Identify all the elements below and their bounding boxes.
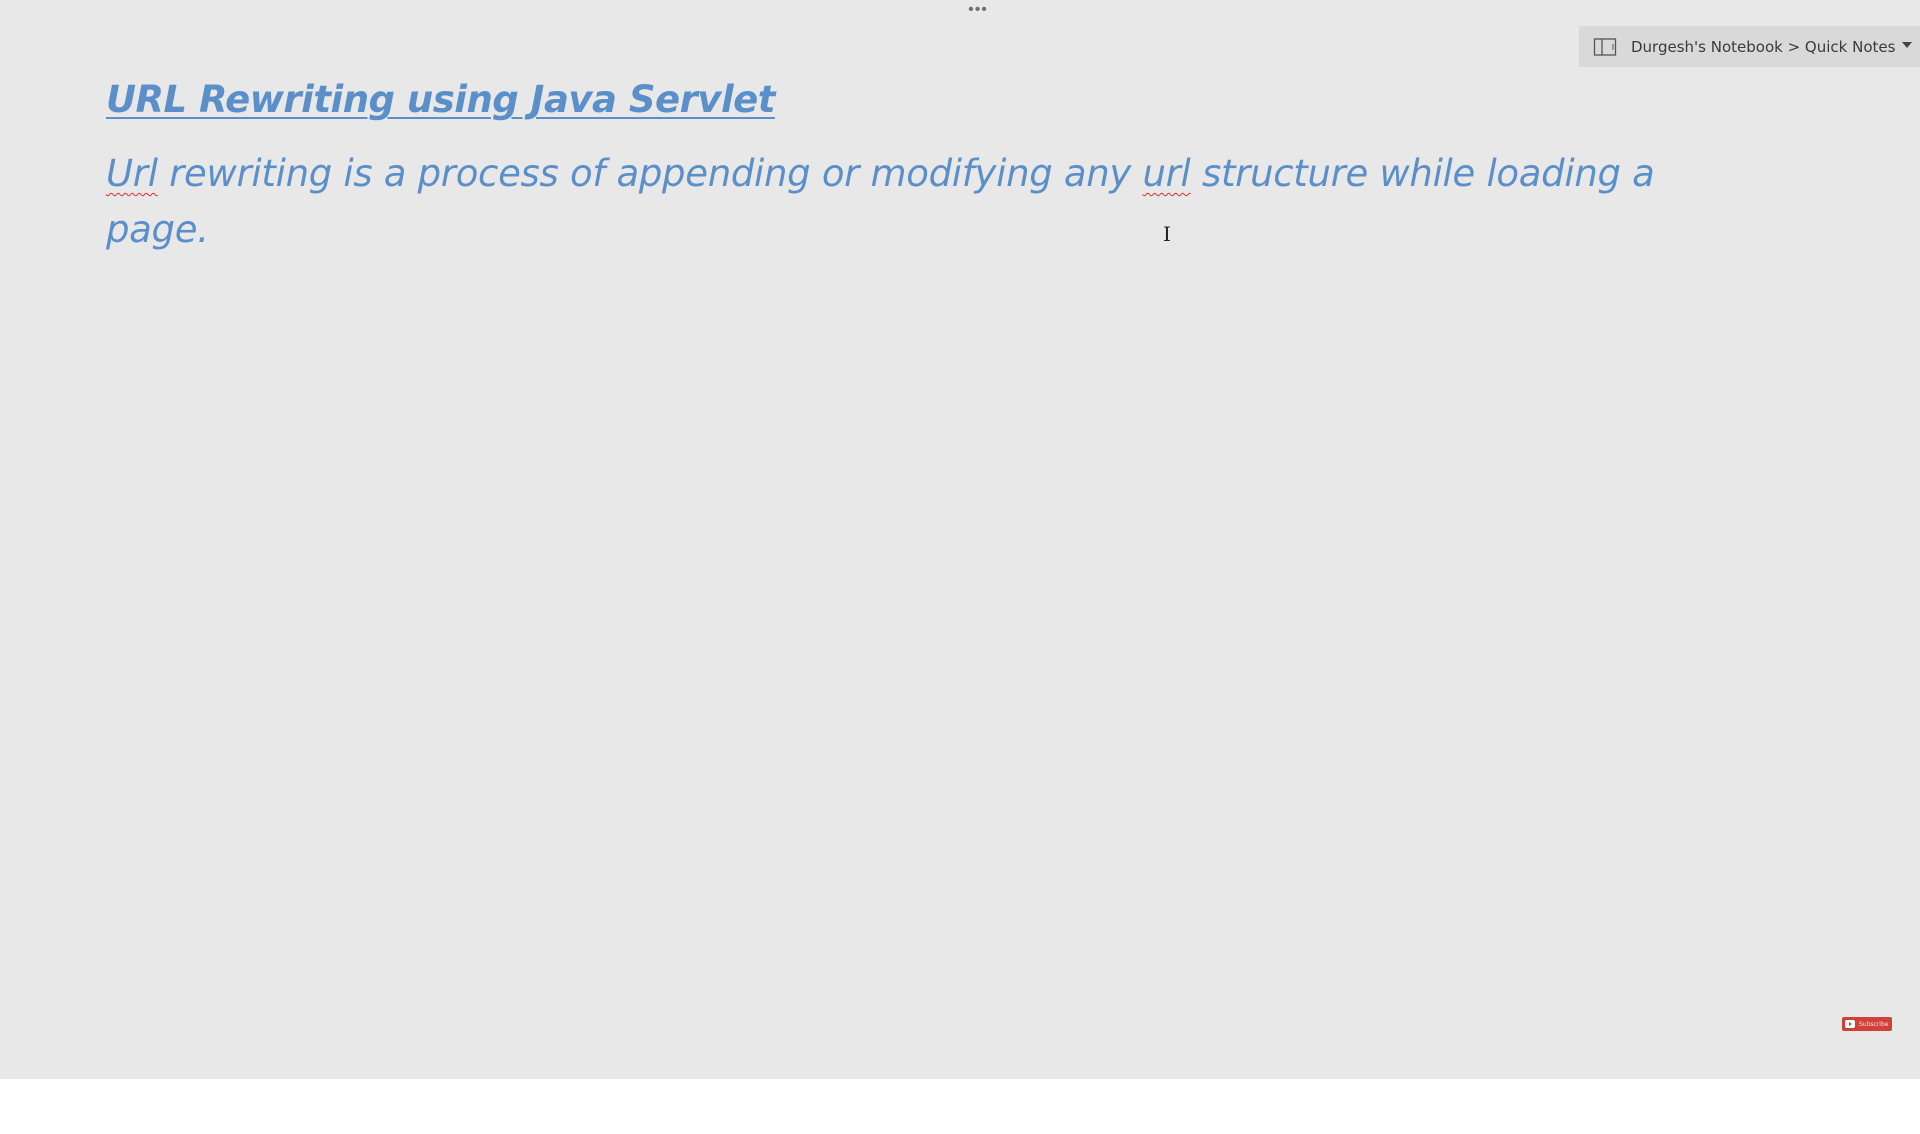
chevron-down-icon[interactable]: [1902, 42, 1912, 48]
misspelled-word[interactable]: Url: [106, 152, 158, 195]
notebook-location-selector[interactable]: Durgesh's Notebook > Quick Notes: [1579, 26, 1920, 67]
more-options-icon[interactable]: •••: [966, 2, 990, 20]
note-canvas[interactable]: ••• Durgesh's Notebook > Quick Notes URL…: [0, 0, 1920, 1079]
subscribe-label: Subscribe: [1859, 1020, 1889, 1028]
subscribe-button[interactable]: Subscribe: [1842, 1017, 1892, 1031]
page-title[interactable]: URL Rewriting using Java Servlet: [106, 74, 775, 126]
bottom-blank-area: [0, 1079, 1920, 1134]
body-text-segment: rewriting is a process of appending or m…: [157, 152, 1143, 195]
note-body[interactable]: Url rewriting is a process of appending …: [106, 146, 1706, 258]
notebook-location-label: Durgesh's Notebook > Quick Notes: [1631, 37, 1896, 56]
play-icon: [1845, 1020, 1855, 1028]
text-cursor-icon: I: [1163, 222, 1171, 246]
misspelled-word[interactable]: url: [1142, 152, 1190, 195]
notebook-icon: [1593, 37, 1617, 57]
